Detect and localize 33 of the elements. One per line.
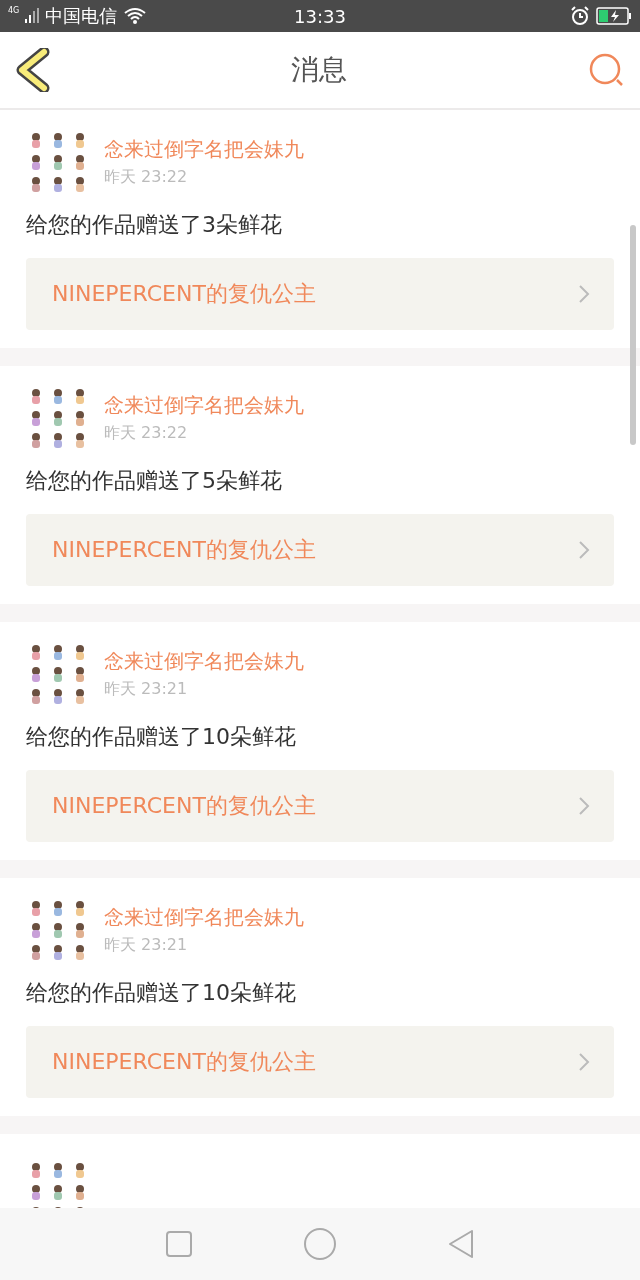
chevron-icon: [578, 796, 590, 816]
message-time: 昨天 23:22: [104, 423, 189, 444]
alarm-icon: [570, 6, 590, 26]
message-text: 给您的作品赠送了10朵鲜花: [26, 723, 297, 751]
wifi-icon: [123, 7, 148, 25]
work-link[interactable]: NINEPERCENT的复仇公主: [26, 770, 614, 842]
chevron-icon: [578, 284, 590, 304]
work-link[interactable]: NINEPERCENT的复仇公主: [26, 514, 614, 586]
work-link[interactable]: NINEPERCENT的复仇公主: [26, 258, 614, 330]
battery-icon: [596, 7, 632, 25]
sender-name[interactable]: 念来过倒字名把会妹九: [104, 136, 304, 163]
search-icon[interactable]: [588, 52, 624, 88]
recent-apps-icon[interactable]: [165, 1230, 193, 1258]
sender-name[interactable]: 念来过倒字名把会妹九: [104, 392, 304, 419]
clock-time: 13:33: [294, 5, 346, 27]
page-title: 消息: [291, 52, 347, 88]
message-text: 给您的作品赠送了3朵鲜花: [26, 211, 283, 239]
chevron-icon: [578, 540, 590, 560]
home-icon[interactable]: [303, 1227, 337, 1261]
back-nav-icon[interactable]: [447, 1228, 475, 1260]
back-icon[interactable]: [16, 48, 50, 92]
chevron-icon: [578, 1052, 590, 1072]
message-text: 给您的作品赠送了10朵鲜花: [26, 979, 297, 1007]
sender-name[interactable]: 念来过倒字名把会妹九: [104, 648, 304, 675]
signal-icon: [25, 8, 40, 24]
carrier-name: 中国电信: [45, 4, 118, 28]
network-label: 4G: [8, 6, 20, 15]
message-time: 昨天 23:21: [104, 679, 189, 700]
work-link[interactable]: NINEPERCENT的复仇公主: [26, 1026, 614, 1098]
message-time: 昨天 23:22: [104, 167, 189, 188]
sender-name[interactable]: 念来过倒字名把会妹九: [104, 904, 304, 931]
message-time: 昨天 23:21: [104, 935, 189, 956]
message-text: 给您的作品赠送了5朵鲜花: [26, 467, 283, 495]
